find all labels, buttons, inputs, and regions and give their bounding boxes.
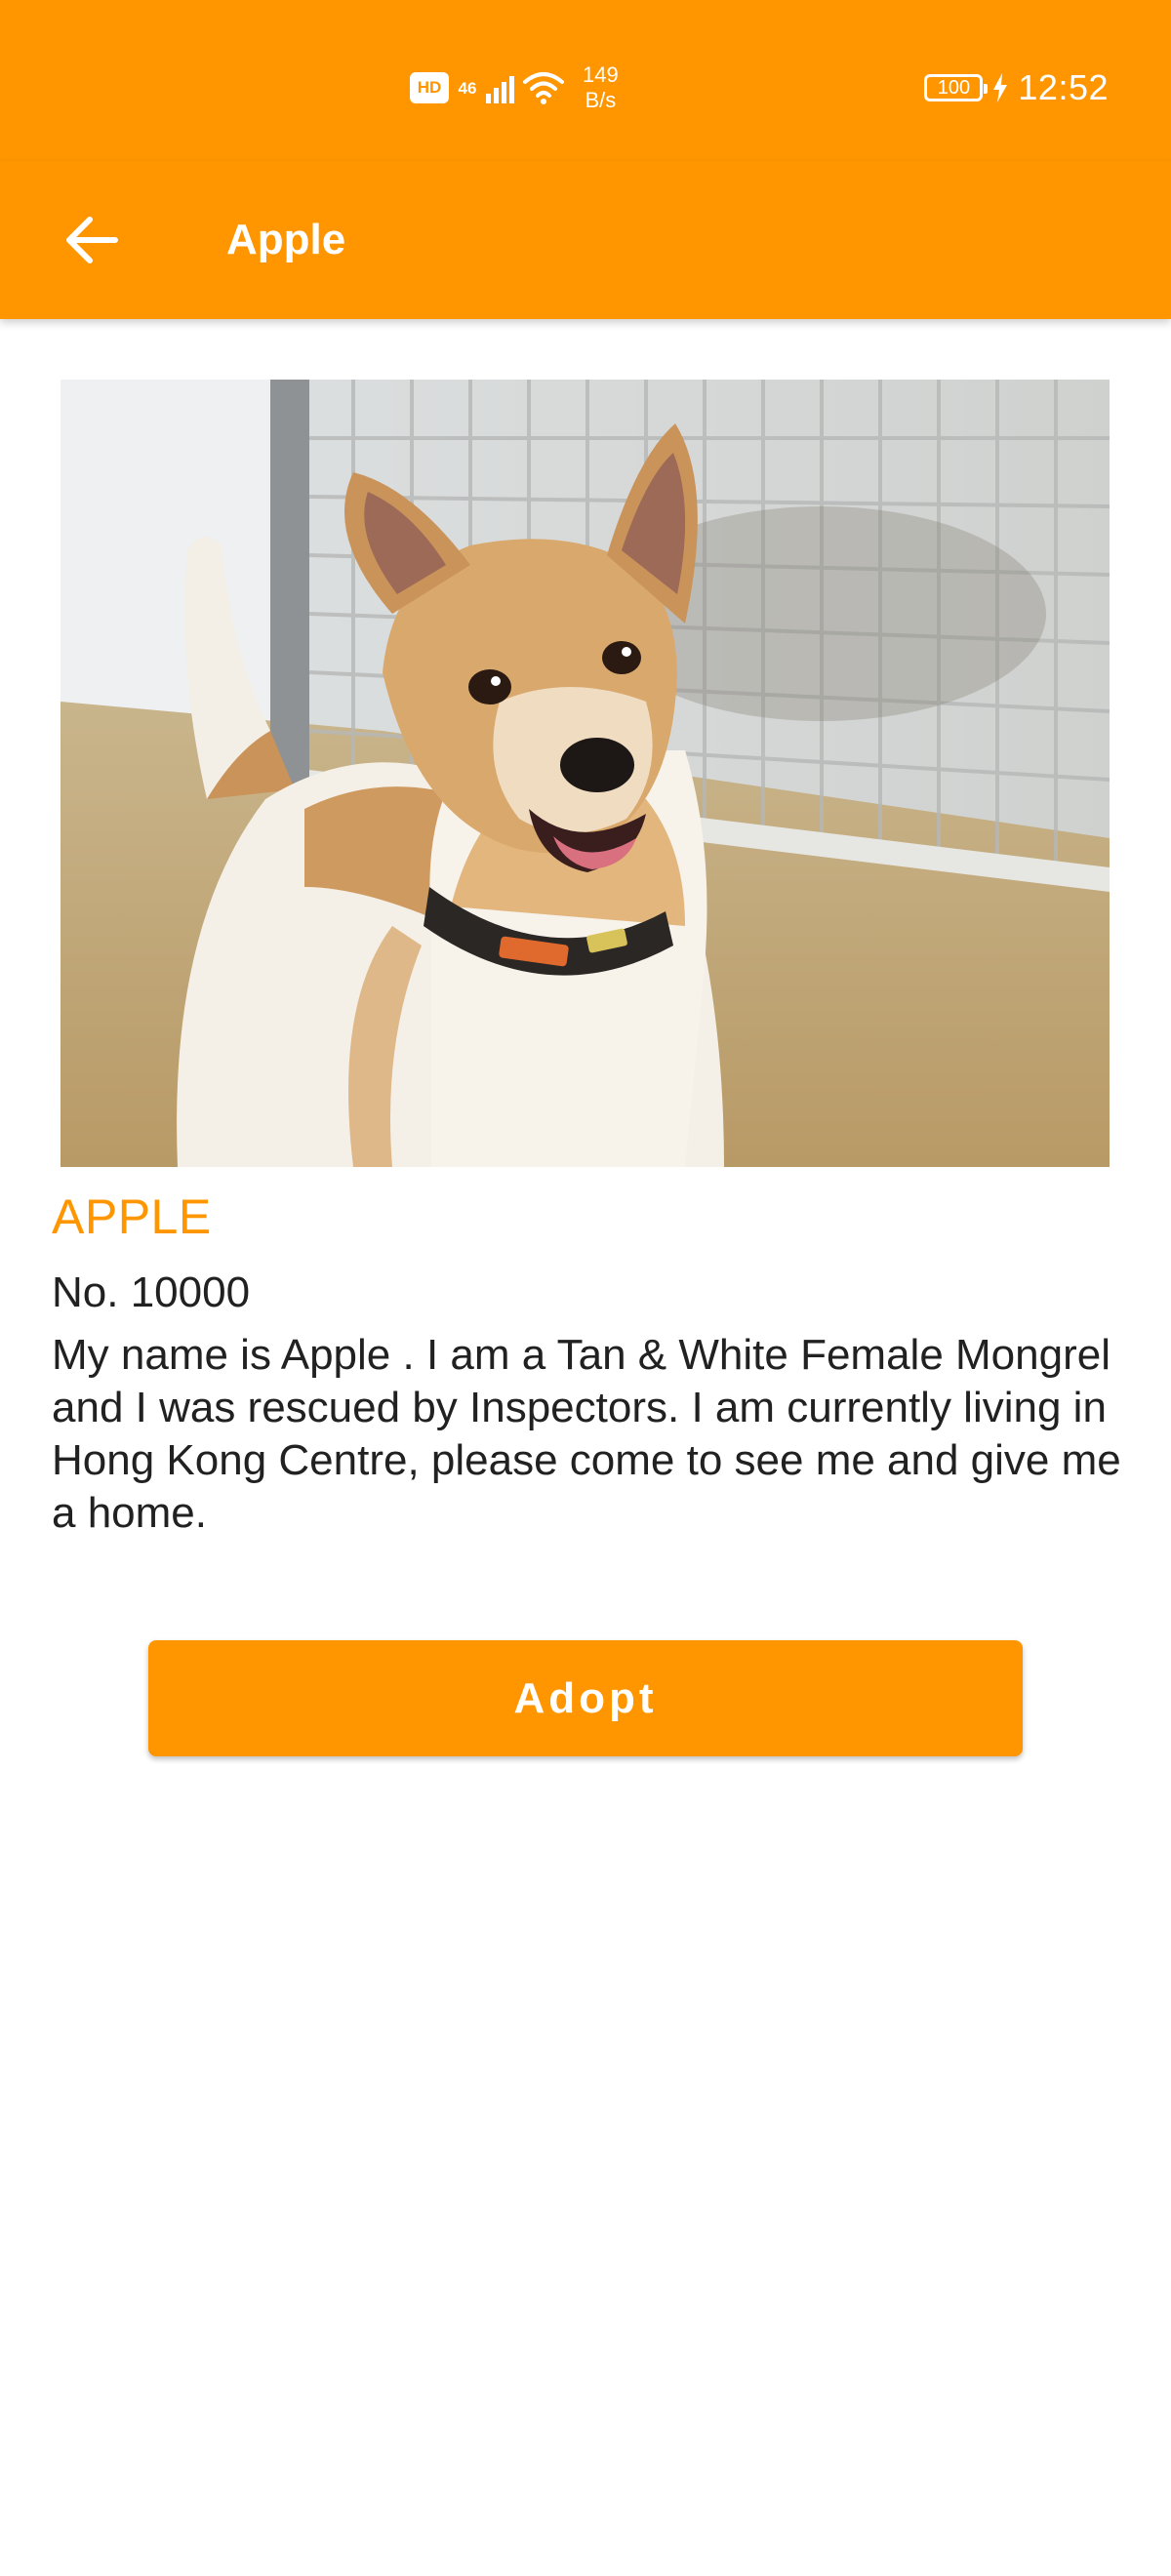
pet-description: My name is Apple . I am a Tan & White Fe… bbox=[52, 1331, 1121, 1537]
status-bar: HD 46 149 B/s 100 12:52 bbox=[0, 0, 1171, 161]
network-speed-value: 149 bbox=[583, 62, 619, 87]
arrow-left-icon bbox=[66, 217, 118, 263]
charging-icon bbox=[993, 73, 1008, 102]
network-speed-unit: B/s bbox=[585, 88, 617, 112]
status-indicators: HD 46 149 B/s bbox=[410, 59, 619, 117]
pet-photo bbox=[61, 380, 1110, 1167]
app-bar: Apple bbox=[0, 161, 1171, 319]
signal-icon bbox=[486, 72, 514, 103]
hd-icon: HD bbox=[410, 72, 449, 103]
battery-level: 100 bbox=[937, 77, 971, 99]
back-button[interactable] bbox=[45, 193, 139, 287]
pet-number: No. 10000 bbox=[52, 1268, 251, 1316]
battery-icon: 100 bbox=[924, 74, 989, 101]
clock: 12:52 bbox=[1018, 67, 1109, 107]
page-title: Apple bbox=[226, 216, 346, 263]
wifi-icon bbox=[523, 72, 564, 104]
network-speed: 149 B/s bbox=[583, 62, 619, 113]
pet-detail-screen: HD 46 149 B/s 100 12:52 Apple APPLE No. … bbox=[0, 0, 1171, 2576]
network-type-label: 46 bbox=[458, 78, 477, 98]
status-right: 100 12:52 bbox=[924, 60, 1109, 115]
pet-name: APPLE bbox=[52, 1189, 212, 1244]
adopt-button[interactable]: Adopt bbox=[148, 1640, 1023, 1756]
